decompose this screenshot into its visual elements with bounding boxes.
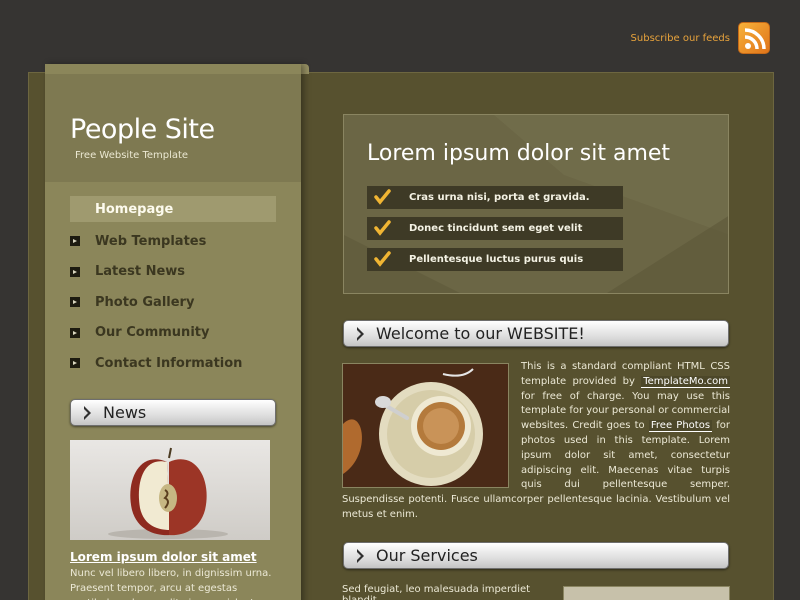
chevron-right-icon	[84, 405, 91, 420]
list-item: Pellentesque luctus purus quis	[367, 248, 623, 271]
list-item-text: Pellentesque luctus purus quis	[409, 254, 584, 265]
services-heading-text: Our Services	[376, 546, 478, 565]
checkmark-icon	[367, 217, 397, 240]
arrow-right-icon	[70, 297, 80, 308]
site-title[interactable]: People Site	[70, 114, 215, 145]
free-photos-link[interactable]: Free Photos	[648, 420, 713, 433]
banner-list: Cras urna nisi, porta et gravida. Donec …	[367, 186, 623, 279]
menu-item-photo-gallery[interactable]: Photo Gallery	[70, 287, 276, 318]
services-text: Sed feugiat, leo malesuada imperdiet bla…	[342, 584, 531, 600]
menu-item-label: Homepage	[95, 201, 174, 217]
news-heading: News	[70, 399, 276, 426]
news-article-text: Nunc vel libero libero, in dignissim urn…	[70, 568, 272, 600]
chevron-right-icon	[357, 326, 364, 341]
menu-item-label: Contact Information	[95, 355, 243, 371]
arrow-right-icon	[70, 358, 80, 369]
services-heading: Our Services	[343, 542, 729, 569]
menu-item-latest-news[interactable]: Latest News	[70, 257, 276, 288]
feed-link[interactable]: Subscribe our feeds	[631, 22, 770, 54]
site-header: People Site Free Website Template	[45, 74, 301, 182]
list-item: Donec tincidunt sem eget velit	[367, 217, 623, 240]
menu-item-our-community[interactable]: Our Community	[70, 318, 276, 349]
list-item: Cras urna nisi, porta et gravida.	[367, 186, 623, 209]
main-menu: Homepage Web Templates Latest News Photo…	[70, 196, 276, 379]
checkmark-icon	[367, 248, 397, 271]
menu-item-homepage[interactable]: Homepage	[70, 196, 276, 222]
menu-item-label: Web Templates	[95, 233, 207, 249]
rss-icon[interactable]	[738, 22, 770, 54]
welcome-heading-text: Welcome to our WEBSITE!	[376, 324, 585, 343]
news-heading-text: News	[103, 403, 147, 422]
menu-item-label: Our Community	[95, 325, 210, 341]
templatemo-link[interactable]: TemplateMo.com	[641, 375, 730, 388]
welcome-text: This is a standard compliant HTML CSS te…	[342, 360, 730, 523]
welcome-heading: Welcome to our WEBSITE!	[343, 320, 729, 347]
menu-item-label: Photo Gallery	[95, 294, 195, 310]
site-subtitle: Free Website Template	[75, 150, 189, 161]
menu-item-contact-information[interactable]: Contact Information	[70, 348, 276, 379]
services-image	[563, 586, 730, 600]
chevron-right-icon	[357, 548, 364, 563]
arrow-right-icon	[70, 327, 80, 338]
list-item-text: Donec tincidunt sem eget velit	[409, 223, 583, 234]
list-item-text: Cras urna nisi, porta et gravida.	[409, 192, 590, 203]
checkmark-icon	[367, 186, 397, 209]
menu-item-web-templates[interactable]: Web Templates	[70, 226, 276, 257]
arrow-right-icon	[70, 266, 80, 277]
news-image-apple	[70, 440, 270, 540]
feed-label[interactable]: Subscribe our feeds	[631, 33, 730, 44]
arrow-right-icon	[70, 236, 80, 247]
menu-item-label: Latest News	[95, 264, 186, 280]
feature-banner: Lorem ipsum dolor sit amet Cras urna nis…	[343, 114, 729, 294]
banner-title: Lorem ipsum dolor sit amet	[367, 141, 671, 166]
news-article-title[interactable]: Lorem ipsum dolor sit amet	[70, 550, 257, 564]
